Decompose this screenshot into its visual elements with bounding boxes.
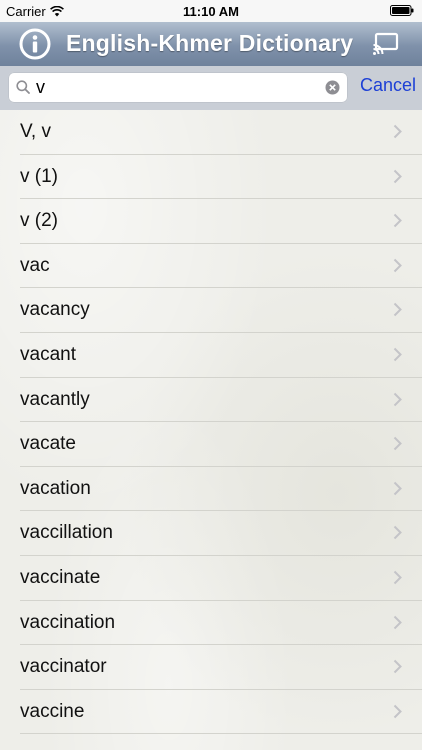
list-item[interactable]: v (1): [20, 155, 422, 200]
chevron-right-icon: [393, 615, 402, 629]
list-item-label: vaccillation: [20, 522, 113, 544]
status-bar: Carrier 11:10 AM: [0, 0, 422, 22]
list-item[interactable]: vaccine: [20, 690, 422, 735]
list-item[interactable]: vaccinator: [20, 645, 422, 690]
list-item[interactable]: V, v: [20, 110, 422, 155]
list-item[interactable]: vac: [20, 244, 422, 289]
list-item[interactable]: vacate: [20, 422, 422, 467]
title-bar: English-Khmer Dictionary: [0, 22, 422, 67]
list-item-label: vacant: [20, 343, 76, 365]
list-item-label: vacantly: [20, 388, 90, 410]
search-icon: [16, 80, 30, 94]
list-item-label: vaccinate: [20, 566, 101, 588]
status-time: 11:10 AM: [183, 4, 239, 19]
battery-icon: [390, 5, 414, 16]
list-item[interactable]: vaccinate: [20, 556, 422, 601]
list-item[interactable]: vacation: [20, 467, 422, 512]
list-item[interactable]: vacancy: [20, 288, 422, 333]
list-item[interactable]: v (2): [20, 199, 422, 244]
list-item-label: v (1): [20, 165, 58, 187]
cast-icon[interactable]: [372, 30, 400, 58]
search-input[interactable]: [36, 75, 316, 100]
cancel-button[interactable]: Cancel: [360, 75, 416, 96]
list-item-label: vac: [20, 254, 50, 276]
list-item[interactable]: vacant: [20, 333, 422, 378]
clear-search-icon[interactable]: [325, 80, 340, 95]
list-item[interactable]: vacantly: [20, 378, 422, 423]
list-item-label: vaccinator: [20, 656, 107, 678]
chevron-right-icon: [393, 392, 402, 406]
list-item-label: vacate: [20, 433, 76, 455]
chevron-right-icon: [393, 481, 402, 495]
list-item-label: V, v: [20, 121, 51, 142]
word-list: V, v v (1) v (2) vac vacancy vacant vaca…: [0, 110, 422, 750]
list-item-label: vaccine: [20, 700, 85, 722]
chevron-right-icon: [393, 704, 402, 718]
search-bar: Cancel: [0, 66, 422, 111]
chevron-right-icon: [393, 124, 402, 139]
chevron-right-icon: [393, 169, 402, 183]
chevron-right-icon: [393, 436, 402, 451]
app-title: English-Khmer Dictionary: [66, 30, 354, 56]
chevron-right-icon: [393, 526, 402, 540]
chevron-right-icon: [393, 213, 402, 228]
list-item[interactable]: vaccillation: [20, 511, 422, 556]
info-icon[interactable]: [19, 28, 51, 60]
list-item-label: vaccination: [20, 611, 116, 633]
chevron-right-icon: [393, 303, 402, 317]
chevron-right-icon: [393, 659, 402, 674]
list-item[interactable]: vaccination: [20, 601, 422, 646]
search-field[interactable]: [8, 72, 348, 103]
list-item-label: vacation: [20, 477, 91, 499]
list-item-label: v (2): [20, 210, 58, 232]
chevron-right-icon: [393, 570, 402, 585]
chevron-right-icon: [393, 347, 402, 362]
chevron-right-icon: [393, 258, 402, 272]
list-item-label: vacancy: [20, 299, 90, 321]
